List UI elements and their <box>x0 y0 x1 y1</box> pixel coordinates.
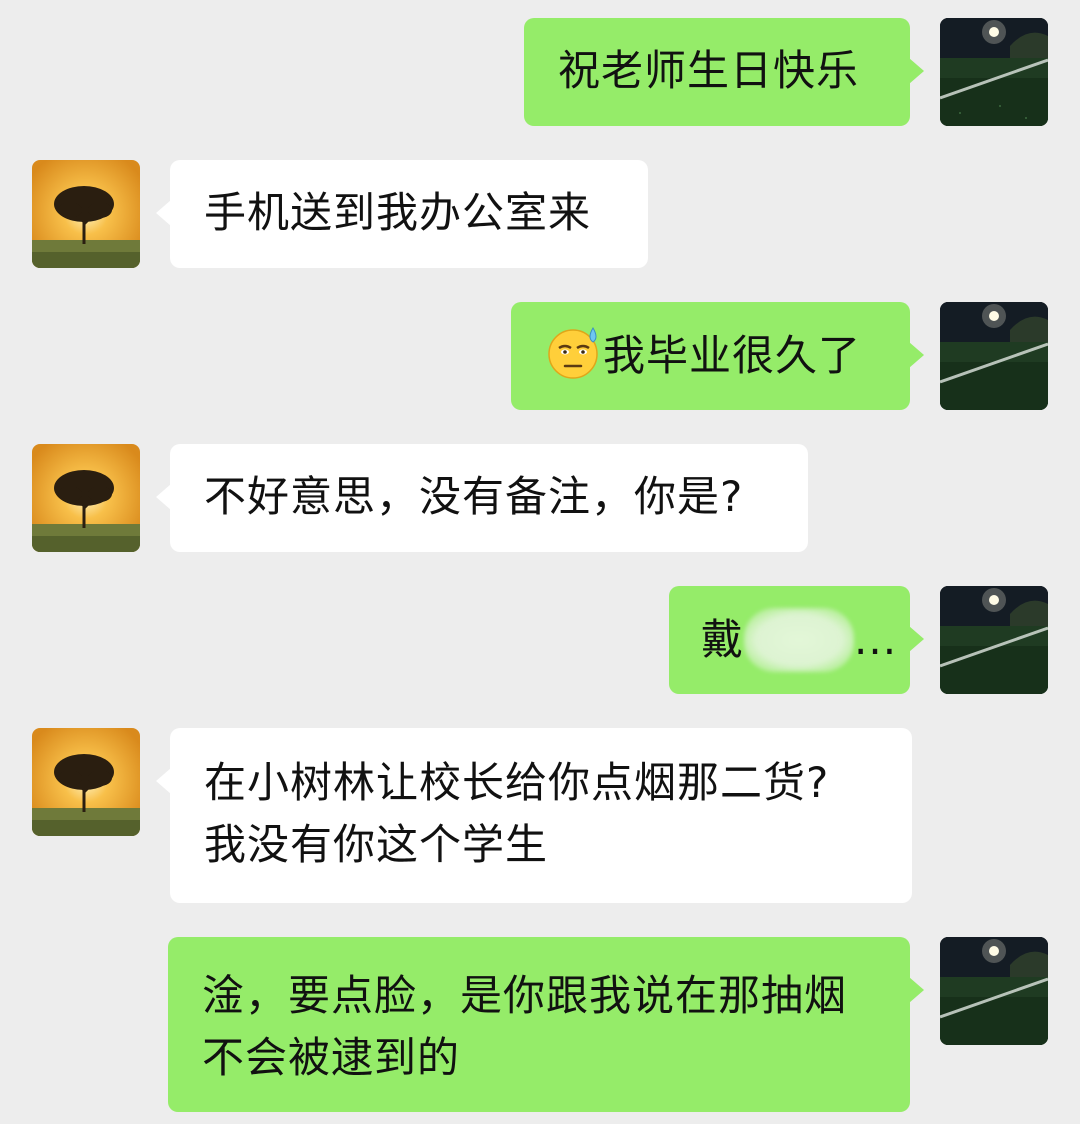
night-football-field-avatar-icon <box>940 937 1048 1045</box>
sunset-tree-avatar-icon <box>32 728 140 836</box>
sunset-tree-avatar-icon <box>32 444 140 552</box>
message-bubble-outgoing[interactable]: 我毕业很久了 <box>511 302 924 410</box>
message-bubble-outgoing[interactable]: 戴... <box>669 586 924 694</box>
self-avatar[interactable] <box>940 302 1048 410</box>
night-football-field-avatar-icon <box>940 18 1048 126</box>
self-avatar[interactable] <box>940 18 1048 126</box>
night-football-field-avatar-icon <box>940 302 1048 410</box>
message-text: 不好意思，没有备注，你是? <box>204 472 744 521</box>
message-bubble-outgoing[interactable]: 淦，要点脸，是你跟我说在那抽烟 不会被逮到的 <box>168 937 924 1112</box>
teacher-avatar[interactable] <box>32 444 140 552</box>
message-text: 我毕业很久了 <box>603 331 862 380</box>
redacted-blur <box>744 608 855 672</box>
message-text-line: 在小树林让校长给你点烟那二货? <box>204 758 830 807</box>
sunset-tree-avatar-icon <box>32 160 140 268</box>
message-text-line: 我没有你这个学生 <box>204 820 549 869</box>
message-bubble-incoming[interactable]: 在小树林让校长给你点烟那二货? 我没有你这个学生 <box>156 728 912 903</box>
message-bubble-incoming[interactable]: 不好意思，没有备注，你是? <box>156 444 808 552</box>
message-text-line: 不会被逮到的 <box>202 1033 461 1082</box>
message-text-line: 淦，要点脸，是你跟我说在那抽烟 <box>202 971 848 1020</box>
message-text: 手机送到我办公室来 <box>204 188 592 237</box>
message-bubble-outgoing[interactable]: 祝老师生日快乐 <box>524 18 924 126</box>
message-text: 戴 <box>701 615 745 664</box>
self-avatar[interactable] <box>940 586 1048 694</box>
message-text: 祝老师生日快乐 <box>558 46 860 95</box>
teacher-avatar[interactable] <box>32 728 140 836</box>
sweat-smile-emoji-icon <box>548 327 598 379</box>
self-avatar[interactable] <box>940 937 1048 1045</box>
teacher-avatar[interactable] <box>32 160 140 268</box>
message-bubble-incoming[interactable]: 手机送到我办公室来 <box>156 160 648 268</box>
message-text-ellipsis: ... <box>854 615 898 664</box>
chat-area[interactable]: 祝老师生日快乐 手机送到我办公室来 我毕业很久了 不好意思，没有备注，你是? 戴… <box>0 0 1080 1124</box>
night-football-field-avatar-icon <box>940 586 1048 694</box>
